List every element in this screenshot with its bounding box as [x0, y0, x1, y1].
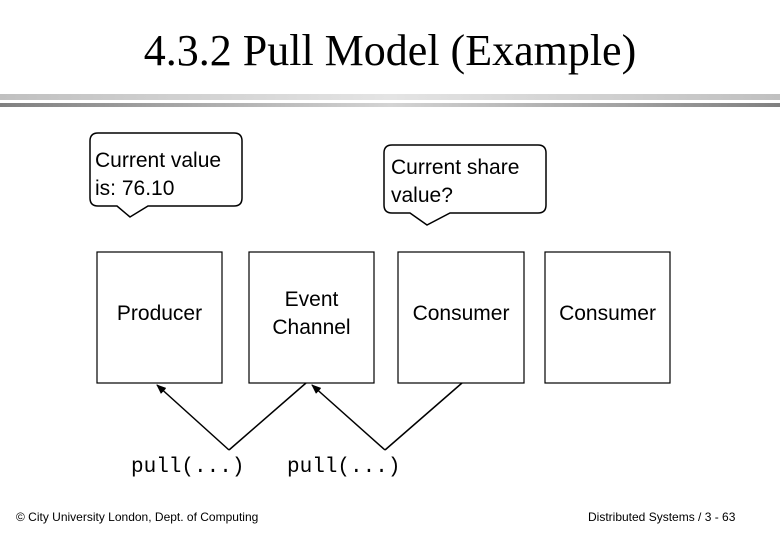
footer-page-info: Distributed Systems / 3 - 63 [588, 510, 736, 524]
consumer-1-label: Consumer [412, 302, 510, 325]
consumer-callout-text: Current share value? [391, 156, 520, 207]
pull-arrow-to-event-channel [311, 384, 386, 451]
consumer-2-label: Consumer [559, 302, 656, 325]
pull-line-from-event-channel [228, 382, 307, 451]
producer-callout-text: Current value is: 76.10 [95, 149, 222, 200]
event-channel-label: Event Channel [272, 288, 351, 339]
footer-copyright: © City University London, Dept. of Compu… [16, 510, 259, 524]
pull-arrow-to-producer [156, 384, 230, 451]
producer-label: Producer [116, 302, 203, 325]
pull-line-from-consumer [384, 382, 463, 451]
pull-operation-label-1: pull(...) [131, 456, 245, 479]
pull-operation-label-2: pull(...) [287, 456, 401, 479]
